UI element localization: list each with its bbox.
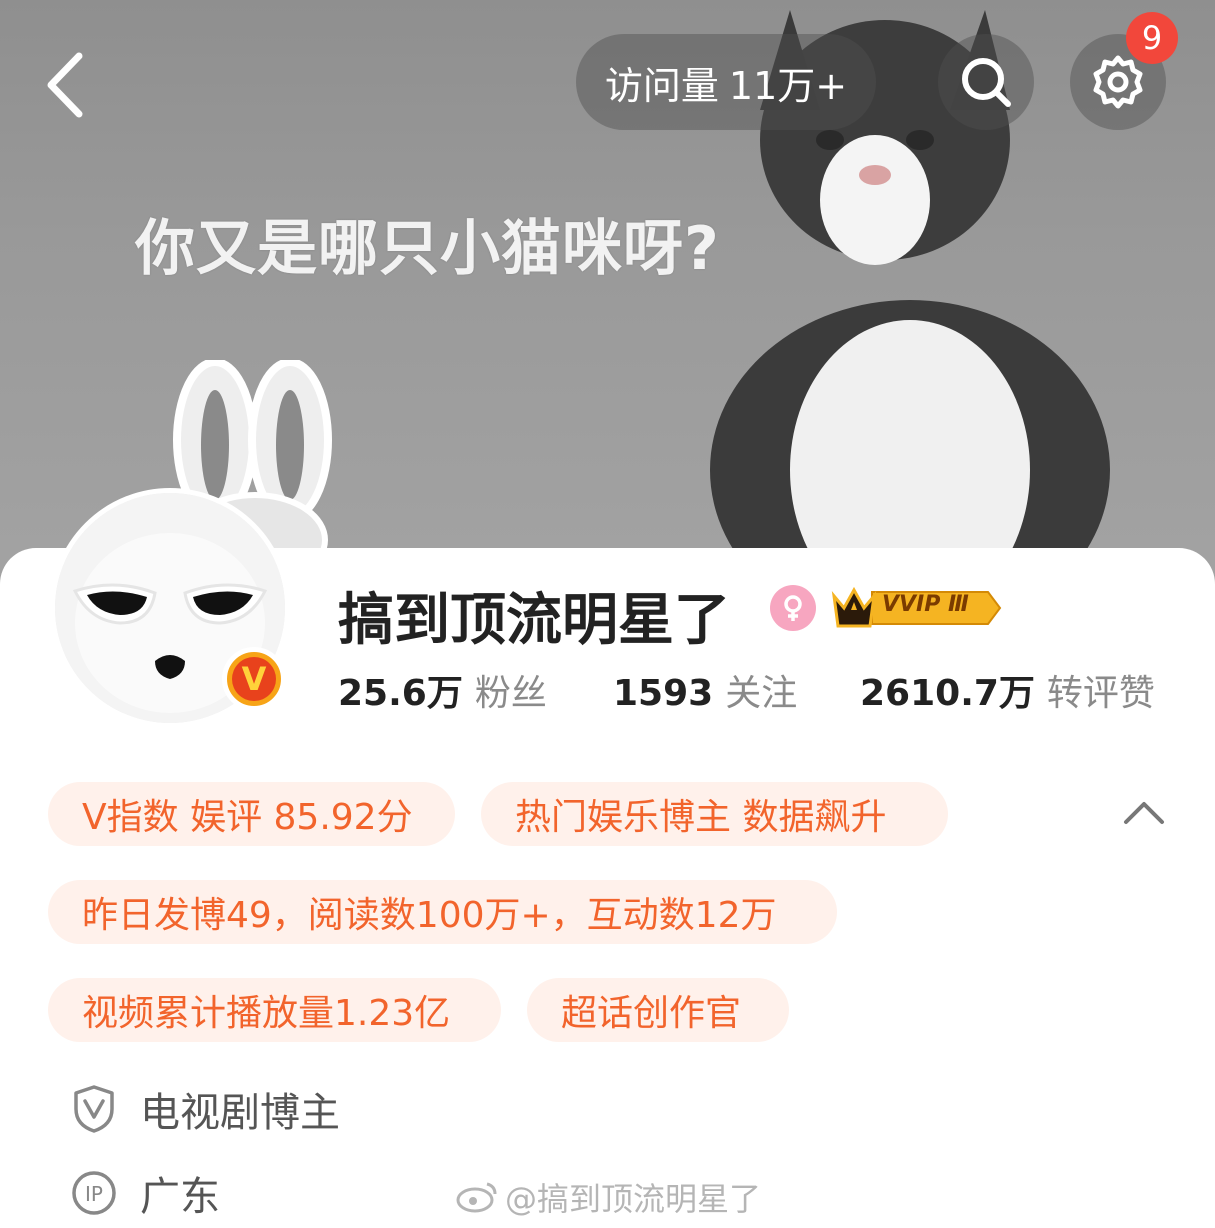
vvip-badge[interactable]: VVIP Ⅲ bbox=[830, 582, 1002, 634]
username: 搞到顶流明星了 bbox=[338, 588, 730, 653]
followers-label: 粉丝 bbox=[474, 673, 547, 714]
tag-daily-stats[interactable]: 昨日发博49，阅读数100万+，互动数12万 bbox=[48, 880, 837, 944]
category-row: 电视剧博主 bbox=[70, 1080, 340, 1138]
ip-location-text: 广东 bbox=[140, 1174, 220, 1220]
weibo-logo-icon bbox=[456, 1182, 497, 1213]
visits-counter: 访问量 11万+ bbox=[576, 34, 876, 130]
gear-icon bbox=[1093, 55, 1143, 109]
shield-v-icon bbox=[74, 1085, 114, 1133]
followers-count: 25.6万 bbox=[338, 673, 463, 714]
search-button[interactable] bbox=[938, 34, 1034, 130]
visits-value: 11万+ bbox=[728, 63, 848, 108]
female-gender-icon bbox=[770, 585, 816, 631]
engagement-stat[interactable]: 2610.7万 转评赞 bbox=[860, 664, 1155, 716]
followers-stat[interactable]: 25.6万 粉丝 bbox=[338, 664, 547, 716]
verified-badge: V bbox=[222, 647, 286, 711]
back-button[interactable] bbox=[36, 40, 96, 130]
notification-badge: 9 bbox=[1126, 12, 1178, 64]
chevron-left-icon bbox=[47, 52, 83, 118]
following-label: 关注 bbox=[725, 673, 798, 714]
cover-caption: 你又是哪只小猫咪呀? bbox=[135, 214, 720, 284]
tag-hot-blogger[interactable]: 热门娱乐博主 数据飙升 bbox=[481, 782, 948, 846]
collapse-tags-button[interactable] bbox=[1122, 796, 1166, 828]
visits-label: 访问量 bbox=[604, 63, 719, 108]
following-stat[interactable]: 1593 关注 bbox=[613, 664, 797, 716]
vvip-label: VVIP Ⅲ bbox=[882, 592, 969, 617]
tag-super-topic[interactable]: 超话创作官 bbox=[527, 978, 789, 1042]
watermark-text: @搞到顶流明星了 bbox=[505, 1180, 762, 1218]
verified-v-icon: V bbox=[232, 657, 276, 701]
watermark: @搞到顶流明星了 bbox=[455, 1174, 761, 1220]
engagement-label: 转评赞 bbox=[1046, 673, 1155, 714]
search-icon bbox=[962, 58, 1011, 107]
following-count: 1593 bbox=[613, 673, 714, 714]
tag-video-plays[interactable]: 视频累计播放量1.23亿 bbox=[48, 978, 501, 1042]
category-text: 电视剧博主 bbox=[140, 1090, 340, 1136]
chevron-up-icon bbox=[1124, 802, 1164, 824]
ip-icon: IP bbox=[72, 1171, 116, 1215]
tag-v-index[interactable]: V指数 娱评 85.92分 bbox=[48, 782, 455, 846]
ip-location-row: IP 广东 bbox=[70, 1164, 220, 1222]
engagement-count: 2610.7万 bbox=[860, 673, 1035, 714]
svg-text:IP: IP bbox=[85, 1182, 103, 1206]
